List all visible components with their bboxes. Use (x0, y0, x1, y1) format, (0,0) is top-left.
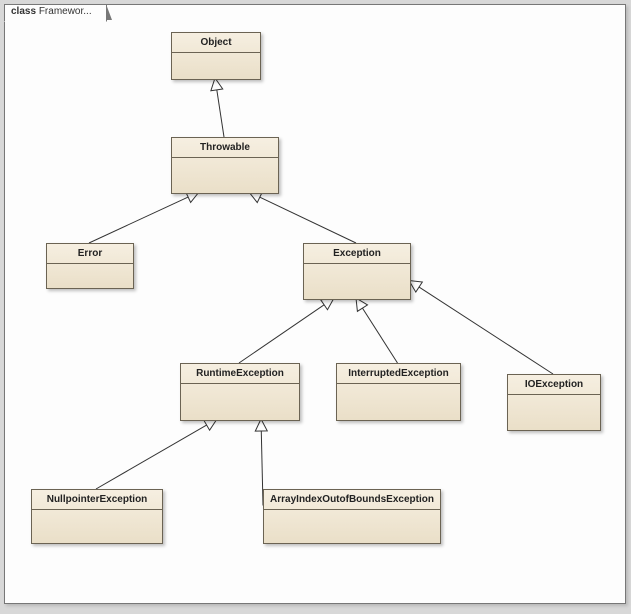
class-body (172, 53, 260, 79)
class-body (172, 158, 278, 193)
class-error[interactable]: Error (46, 243, 134, 289)
class-body (304, 264, 410, 299)
class-body (181, 384, 299, 420)
class-ioexception[interactable]: IOException (507, 374, 601, 431)
class-body (264, 510, 440, 543)
class-name: Object (172, 33, 260, 53)
tab-prefix: class (11, 6, 39, 17)
class-name: RuntimeException (181, 364, 299, 384)
class-nullpointerexception[interactable]: NullpointerException (31, 489, 163, 544)
class-name: Throwable (172, 138, 278, 158)
class-name: IOException (508, 375, 600, 395)
class-arrayindexoutofboundsexception[interactable]: ArrayIndexOutofBoundsException (263, 489, 441, 544)
tab-title: Framewor... (39, 6, 92, 17)
class-name: Exception (304, 244, 410, 264)
class-throwable[interactable]: Throwable (171, 137, 279, 194)
diagram-canvas[interactable]: class Framewor... Object Throwable Error… (4, 4, 626, 604)
class-body (32, 510, 162, 543)
class-name: NullpointerException (32, 490, 162, 510)
class-name: InterruptedException (337, 364, 460, 384)
class-interruptedexception[interactable]: InterruptedException (336, 363, 461, 421)
class-object[interactable]: Object (171, 32, 261, 80)
class-body (508, 395, 600, 430)
class-runtimeexception[interactable]: RuntimeException (180, 363, 300, 421)
class-name: Error (47, 244, 133, 264)
diagram-tab[interactable]: class Framewor... (4, 4, 107, 22)
class-body (47, 264, 133, 288)
class-exception[interactable]: Exception (303, 243, 411, 300)
class-body (337, 384, 460, 420)
class-name: ArrayIndexOutofBoundsException (264, 490, 440, 510)
